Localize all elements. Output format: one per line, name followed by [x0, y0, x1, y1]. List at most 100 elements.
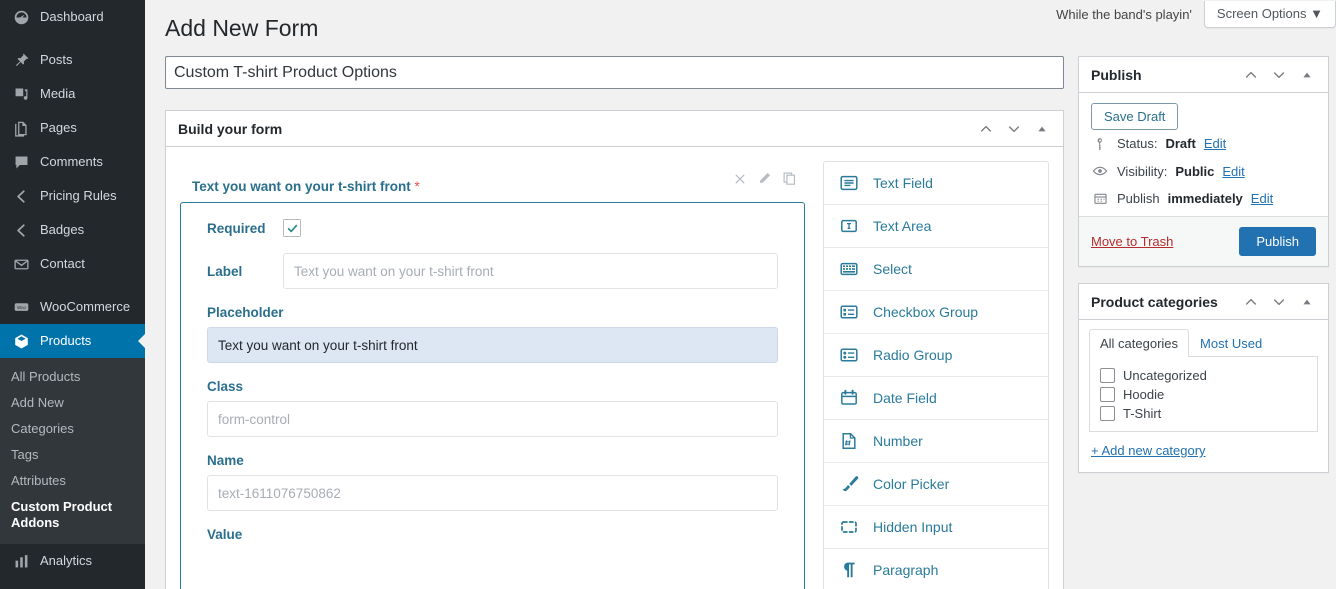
sidebar-label: Pages	[40, 120, 77, 135]
envelope-icon	[11, 254, 31, 274]
publish-panel-body: Save Draft Status: Draft Edit Visibility…	[1079, 93, 1328, 216]
name-input[interactable]	[207, 475, 778, 511]
post-status-icon	[1091, 137, 1109, 151]
palette-label: Hidden Input	[873, 519, 953, 535]
sidebar-item-contact[interactable]: Contact	[0, 247, 145, 281]
sidebar-item-pages[interactable]: Pages	[0, 111, 145, 145]
sidebar-label: Dashboard	[40, 9, 104, 24]
sidebar-item-comments[interactable]: Comments	[0, 145, 145, 179]
status-edit-link[interactable]: Edit	[1204, 136, 1226, 151]
sidebar-label: Products	[40, 333, 92, 348]
radio-group-icon	[838, 344, 860, 366]
move-down-icon[interactable]	[1266, 289, 1292, 315]
marketing-icon	[11, 585, 31, 589]
form-title-input[interactable]	[165, 56, 1064, 89]
sidebar-item-pricing-rules[interactable]: Pricing Rules	[0, 179, 145, 213]
sidebar-item-posts[interactable]: Posts	[0, 43, 145, 77]
tab-all-categories[interactable]: All categories	[1089, 329, 1190, 357]
sidebar-item-badges[interactable]: Badges	[0, 213, 145, 247]
field-editor-panel: Required Label Placeholder	[180, 202, 805, 589]
palette-item-paragraph[interactable]: Paragraph	[824, 549, 1048, 589]
sidebar-item-woocommerce[interactable]: Woo WooCommerce	[0, 290, 145, 324]
category-label: Uncategorized	[1123, 368, 1207, 383]
sidebar-meta-column: Publish Save Draft Status: Draft Edit Vi…	[1078, 56, 1329, 473]
move-to-trash-link[interactable]: Move to Trash	[1091, 234, 1173, 249]
sidebar-item-dashboard[interactable]: Dashboard	[0, 0, 145, 34]
palette-item-color-picker[interactable]: Color Picker	[824, 463, 1048, 506]
palette-item-text-area[interactable]: Text Area	[824, 205, 1048, 248]
category-checkbox[interactable]	[1100, 368, 1115, 383]
category-row-t-shirt[interactable]: T-Shirt	[1100, 404, 1307, 423]
categories-tabs: All categories Most Used	[1079, 320, 1328, 357]
palette-item-select[interactable]: Select	[824, 248, 1048, 291]
builder-panel-header: Build your form	[166, 111, 1063, 147]
value-label: Value	[207, 527, 243, 542]
close-icon[interactable]	[733, 172, 747, 186]
screen-options-button[interactable]: Screen Options ▼	[1203, 1, 1336, 28]
chevron-left-icon	[11, 220, 31, 240]
submenu-item-all-products[interactable]: All Products	[0, 364, 145, 390]
tab-most-used[interactable]: Most Used	[1189, 329, 1273, 357]
move-up-icon[interactable]	[973, 116, 999, 142]
hidden-input-icon	[838, 516, 860, 538]
save-draft-button[interactable]: Save Draft	[1091, 103, 1179, 130]
schedule-edit-link[interactable]: Edit	[1251, 191, 1273, 206]
visibility-value: Public	[1175, 163, 1215, 179]
sidebar-item-media[interactable]: Media	[0, 77, 145, 111]
submenu-item-tags[interactable]: Tags	[0, 442, 145, 468]
status-value: Draft	[1165, 136, 1196, 151]
palette-item-checkbox-group[interactable]: Checkbox Group	[824, 291, 1048, 334]
media-icon	[11, 84, 31, 104]
submenu-item-custom-product-addons[interactable]: Custom Product Addons	[0, 494, 145, 536]
sidebar-item-products[interactable]: Products	[0, 324, 145, 358]
builder-panel-controls	[973, 116, 1055, 142]
publish-panel-header: Publish	[1079, 57, 1328, 93]
submenu-item-categories[interactable]: Categories	[0, 416, 145, 442]
palette-item-number[interactable]: Number	[824, 420, 1048, 463]
form-stage: Text you want on your t-shirt front * Re…	[180, 161, 805, 589]
toggle-panel-icon[interactable]	[1029, 116, 1055, 142]
move-up-icon[interactable]	[1238, 62, 1264, 88]
add-new-category-link[interactable]: + Add new category	[1091, 443, 1206, 458]
sidebar-label: Contact	[40, 256, 85, 271]
publish-panel: Publish Save Draft Status: Draft Edit Vi…	[1078, 56, 1329, 267]
required-checkbox[interactable]	[283, 219, 301, 237]
placeholder-input[interactable]	[207, 327, 778, 363]
move-down-icon[interactable]	[1266, 62, 1292, 88]
submenu-item-add-new[interactable]: Add New	[0, 390, 145, 416]
palette-item-text-field[interactable]: Text Field	[824, 162, 1048, 205]
label-input[interactable]	[283, 253, 778, 289]
add-new-category-row: + Add new category	[1079, 442, 1328, 472]
pages-icon	[11, 118, 31, 138]
category-row-uncategorized[interactable]: Uncategorized	[1100, 366, 1307, 385]
required-asterisk: *	[414, 179, 420, 194]
move-down-icon[interactable]	[1001, 116, 1027, 142]
duplicate-icon[interactable]	[782, 171, 797, 186]
admin-sidebar: Dashboard Posts Media Pages Comments Pri…	[0, 0, 145, 589]
sidebar-item-marketing[interactable]: Marketing	[0, 578, 145, 589]
category-row-hoodie[interactable]: Hoodie	[1100, 385, 1307, 404]
schedule-value: immediately	[1167, 191, 1243, 206]
category-checkbox[interactable]	[1100, 406, 1115, 421]
eye-icon	[1091, 163, 1109, 179]
class-input[interactable]	[207, 401, 778, 437]
palette-item-radio-group[interactable]: Radio Group	[824, 334, 1048, 377]
calendar-icon	[1091, 191, 1109, 206]
toggle-panel-icon[interactable]	[1294, 289, 1320, 315]
required-row: Required	[207, 219, 778, 237]
status-row: Status: Draft Edit	[1091, 130, 1316, 157]
toggle-panel-icon[interactable]	[1294, 62, 1320, 88]
move-up-icon[interactable]	[1238, 289, 1264, 315]
categories-panel-header: Product categories	[1079, 284, 1328, 320]
sidebar-label: Pricing Rules	[40, 188, 117, 203]
sidebar-item-analytics[interactable]: Analytics	[0, 544, 145, 578]
sidebar-label: Comments	[40, 154, 103, 169]
submenu-item-attributes[interactable]: Attributes	[0, 468, 145, 494]
palette-item-date-field[interactable]: Date Field	[824, 377, 1048, 420]
publish-button[interactable]: Publish	[1239, 227, 1316, 256]
pencil-icon[interactable]	[757, 171, 772, 186]
name-row: Name	[207, 453, 778, 511]
category-checkbox[interactable]	[1100, 387, 1115, 402]
visibility-edit-link[interactable]: Edit	[1222, 164, 1244, 179]
palette-item-hidden-input[interactable]: Hidden Input	[824, 506, 1048, 549]
